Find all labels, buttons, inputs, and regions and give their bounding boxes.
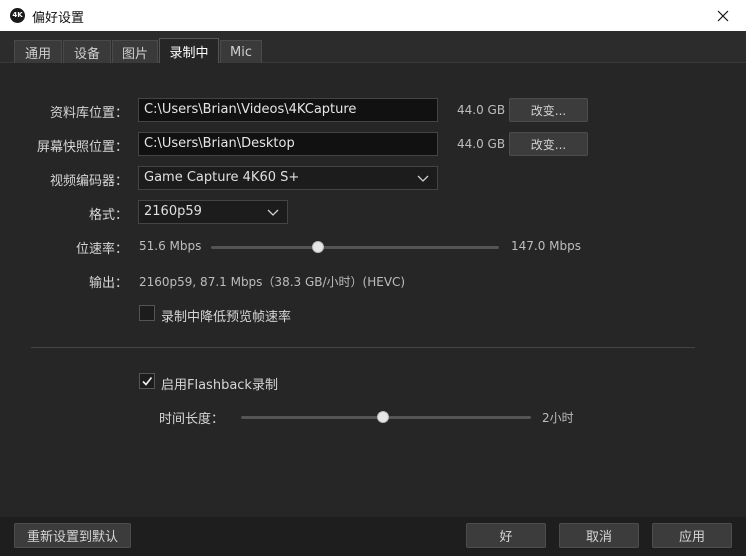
bitrate-slider-track[interactable] bbox=[211, 246, 499, 249]
bitrate-slider-thumb[interactable] bbox=[311, 241, 324, 253]
library-path-input[interactable]: C:\Users\Brian\Videos\4KCapture bbox=[138, 98, 438, 122]
bitrate-label: 位速率： bbox=[75, 242, 128, 257]
library-free-space: 44.0 GB bbox=[457, 103, 506, 117]
encoder-label: 视频编码器： bbox=[49, 174, 128, 189]
checkmark-icon bbox=[142, 377, 153, 386]
format-label: 格式： bbox=[88, 208, 128, 223]
tab-images[interactable]: 图片 bbox=[112, 40, 158, 63]
change-library-button[interactable]: 改变... bbox=[509, 98, 588, 122]
duration-slider-thumb[interactable] bbox=[377, 411, 390, 423]
screenshot-path-input[interactable]: C:\Users\Brian\Desktop bbox=[138, 132, 438, 156]
section-divider bbox=[31, 347, 695, 348]
flashback-checkbox[interactable] bbox=[139, 373, 155, 389]
bitrate-min: 51.6 Mbps bbox=[139, 239, 202, 253]
reset-defaults-button[interactable]: 重新设置到默认 bbox=[14, 523, 131, 548]
output-label: 输出： bbox=[88, 276, 128, 291]
tab-recording[interactable]: 录制中 bbox=[159, 38, 219, 64]
reduce-preview-label: 录制中降低预览帧速率 bbox=[161, 310, 292, 325]
tab-general[interactable]: 通用 bbox=[14, 40, 62, 63]
encoder-value: Game Capture 4K60 S+ bbox=[144, 170, 300, 185]
flashback-label: 启用Flashback录制 bbox=[161, 378, 278, 393]
recording-settings-panel: 资料库位置： C:\Users\Brian\Videos\4KCapture 4… bbox=[0, 63, 746, 517]
duration-label: 时间长度： bbox=[158, 412, 224, 427]
library-location-label: 资料库位置： bbox=[49, 106, 128, 121]
cancel-button[interactable]: 取消 bbox=[559, 523, 639, 548]
app-logo-icon: 4K bbox=[10, 8, 25, 23]
dialog-footer: 重新设置到默认 好 取消 应用 bbox=[0, 517, 746, 556]
apply-button[interactable]: 应用 bbox=[652, 523, 732, 548]
screenshot-location-label: 屏幕快照位置： bbox=[36, 140, 128, 155]
tab-mic[interactable]: Mic bbox=[220, 40, 262, 63]
chevron-down-icon bbox=[417, 175, 429, 182]
bitrate-max: 147.0 Mbps bbox=[511, 239, 582, 253]
tab-bar: 通用 设备 图片 录制中 Mic bbox=[0, 31, 746, 64]
screenshot-free-space: 44.0 GB bbox=[457, 137, 506, 151]
ok-button[interactable]: 好 bbox=[466, 523, 546, 548]
change-screenshot-button[interactable]: 改变... bbox=[509, 132, 588, 156]
format-value: 2160p59 bbox=[144, 204, 202, 219]
output-value: 2160p59, 87.1 Mbps（38.3 GB/小时）(HEVC) bbox=[139, 275, 406, 289]
title-bar: 4K 偏好设置 bbox=[0, 0, 746, 31]
chevron-down-icon bbox=[267, 209, 279, 216]
reduce-preview-checkbox[interactable] bbox=[139, 305, 155, 321]
duration-value: 2小时 bbox=[542, 411, 574, 425]
close-button[interactable] bbox=[700, 0, 746, 31]
format-select[interactable]: 2160p59 bbox=[138, 200, 288, 224]
tab-devices[interactable]: 设备 bbox=[63, 40, 111, 63]
window-title: 偏好设置 bbox=[32, 11, 85, 26]
encoder-select[interactable]: Game Capture 4K60 S+ bbox=[138, 166, 438, 190]
close-icon bbox=[717, 10, 729, 21]
